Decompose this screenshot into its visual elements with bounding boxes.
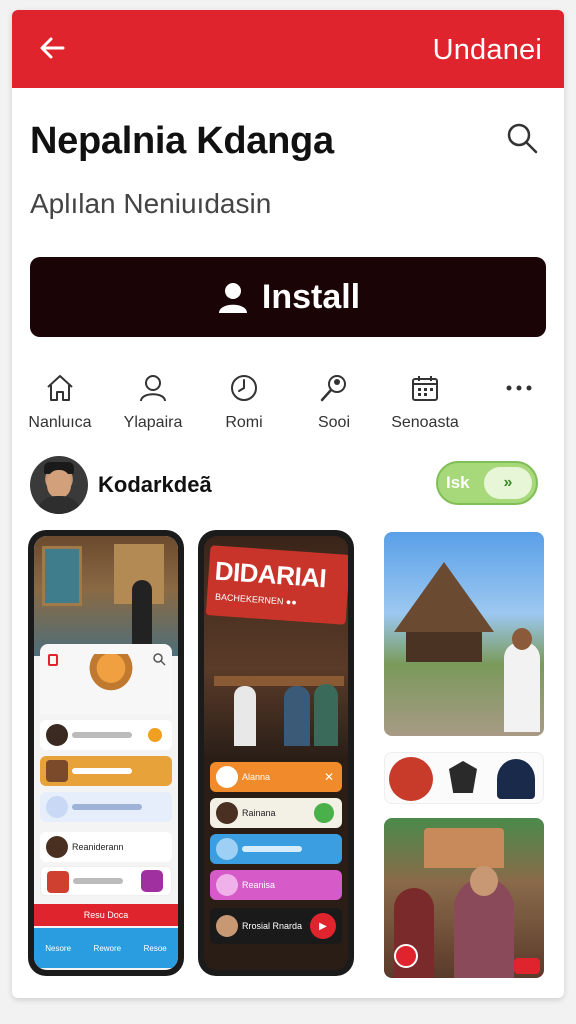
- double-chevron-right-icon: »: [484, 467, 532, 499]
- list-item-label: Reaniderann: [72, 842, 124, 852]
- list-item[interactable]: Rainana: [210, 798, 342, 828]
- follow-label: Isk: [446, 473, 470, 492]
- app-detail-card: Undanei Nepalnia Kdanga Aplılan Neniuıda…: [12, 10, 564, 998]
- back-button[interactable]: [34, 30, 70, 66]
- person-outline-icon: [140, 375, 166, 402]
- nav-label-2: Ylapaira: [123, 414, 183, 431]
- publisher-name[interactable]: Kodarkdeã: [98, 472, 212, 498]
- list-item[interactable]: [40, 720, 172, 750]
- street-photo: [34, 536, 178, 656]
- nav-label-3: Romi: [225, 414, 263, 431]
- nav-item-1[interactable]: Nanluıca: [15, 372, 105, 432]
- photo-tile-village[interactable]: [384, 532, 544, 736]
- list-item[interactable]: Alanna ✕: [210, 762, 342, 792]
- nav-item-3[interactable]: Romi: [199, 372, 289, 432]
- app-subtitle: Aplılan Neniuıdasin: [30, 188, 272, 219]
- list-item-label: Alanna: [242, 772, 271, 782]
- tab-3[interactable]: Resoe: [144, 944, 167, 953]
- clock-icon: [231, 375, 257, 401]
- bowl-icon: [86, 654, 136, 694]
- nav-label-1: Nanluıca: [28, 414, 92, 431]
- list-item[interactable]: Reanisa: [210, 870, 342, 900]
- category-nav: Nanluıca Ylapaira Romi Sooi Senoasta: [12, 372, 564, 442]
- install-button[interactable]: Install: [30, 257, 546, 337]
- screenshot-phone-1[interactable]: Reaniderann Resu Doca Nesore Rewore Reso…: [28, 530, 184, 976]
- restaurant-photo: DIDARIAI BACHEKERNEN ●●: [204, 536, 348, 756]
- sign-text: DIDARIAI: [213, 555, 328, 594]
- follow-toggle[interactable]: Isk »: [436, 461, 538, 505]
- home-icon: [47, 375, 73, 401]
- nav-item-more[interactable]: [474, 372, 564, 404]
- list-item-label: Rainana: [242, 808, 276, 818]
- nav-label-4: Sooi: [317, 414, 351, 431]
- restaurant-sign: DIDARIAI BACHEKERNEN ●●: [205, 545, 348, 625]
- phone-1-tab-bar: Nesore Rewore Resoe: [34, 928, 178, 968]
- photo-tile-people[interactable]: [384, 818, 544, 978]
- phone-2-screen: DIDARIAI BACHEKERNEN ●● Alanna ✕ Rainana …: [204, 536, 348, 970]
- phone-1-screen: Reaniderann Resu Doca Nesore Rewore Reso…: [34, 536, 178, 970]
- list-item-label: Reanisa: [242, 880, 276, 890]
- list-item[interactable]: Reaniderann: [40, 832, 172, 862]
- top-bar: Undanei: [12, 10, 564, 88]
- list-item[interactable]: [40, 756, 172, 786]
- photo-tile-icons[interactable]: [384, 752, 544, 804]
- play-icon[interactable]: ▶: [310, 913, 336, 939]
- nav-label-5: Senoasta: [391, 414, 459, 431]
- tab-1[interactable]: Nesore: [45, 944, 71, 953]
- search-button[interactable]: [504, 120, 540, 156]
- tab-2[interactable]: Rewore: [94, 944, 122, 953]
- list-item[interactable]: [210, 834, 342, 864]
- search-person-icon: [320, 375, 346, 402]
- list-item[interactable]: [40, 792, 172, 822]
- search-icon: [153, 653, 166, 666]
- arrow-left-icon: [40, 37, 65, 59]
- list-item-label: Rrosial Rnarda: [242, 921, 303, 931]
- nav-item-4[interactable]: Sooi: [289, 372, 379, 432]
- screenshot-phone-2[interactable]: DIDARIAI BACHEKERNEN ●● Alanna ✕ Rainana …: [198, 530, 354, 976]
- publisher-row: Kodarkdeã Isk »: [30, 456, 546, 516]
- phone-1-header-card: [40, 644, 172, 714]
- phone-1-banner[interactable]: Resu Doca: [34, 904, 178, 926]
- person-icon: [218, 283, 247, 313]
- list-item[interactable]: [40, 866, 172, 896]
- search-icon: [507, 123, 538, 154]
- list-item[interactable]: Rrosial Rnarda ▶: [210, 908, 342, 944]
- avatar[interactable]: [30, 456, 88, 514]
- more-dots-icon: [506, 385, 532, 391]
- nav-item-5[interactable]: Senoasta: [380, 372, 470, 432]
- app-title: Nepalnia Kdanga: [30, 120, 334, 162]
- calendar-grid-icon: [412, 376, 438, 401]
- nav-item-2[interactable]: Ylapaira: [108, 372, 198, 432]
- header-action-link[interactable]: Undanei: [433, 34, 542, 67]
- sign-subtext: BACHEKERNEN ●●: [214, 591, 298, 608]
- screenshot-gallery[interactable]: Reaniderann Resu Doca Nesore Rewore Reso…: [12, 530, 564, 990]
- install-label: Install: [261, 277, 361, 316]
- shield-icon: [449, 761, 477, 793]
